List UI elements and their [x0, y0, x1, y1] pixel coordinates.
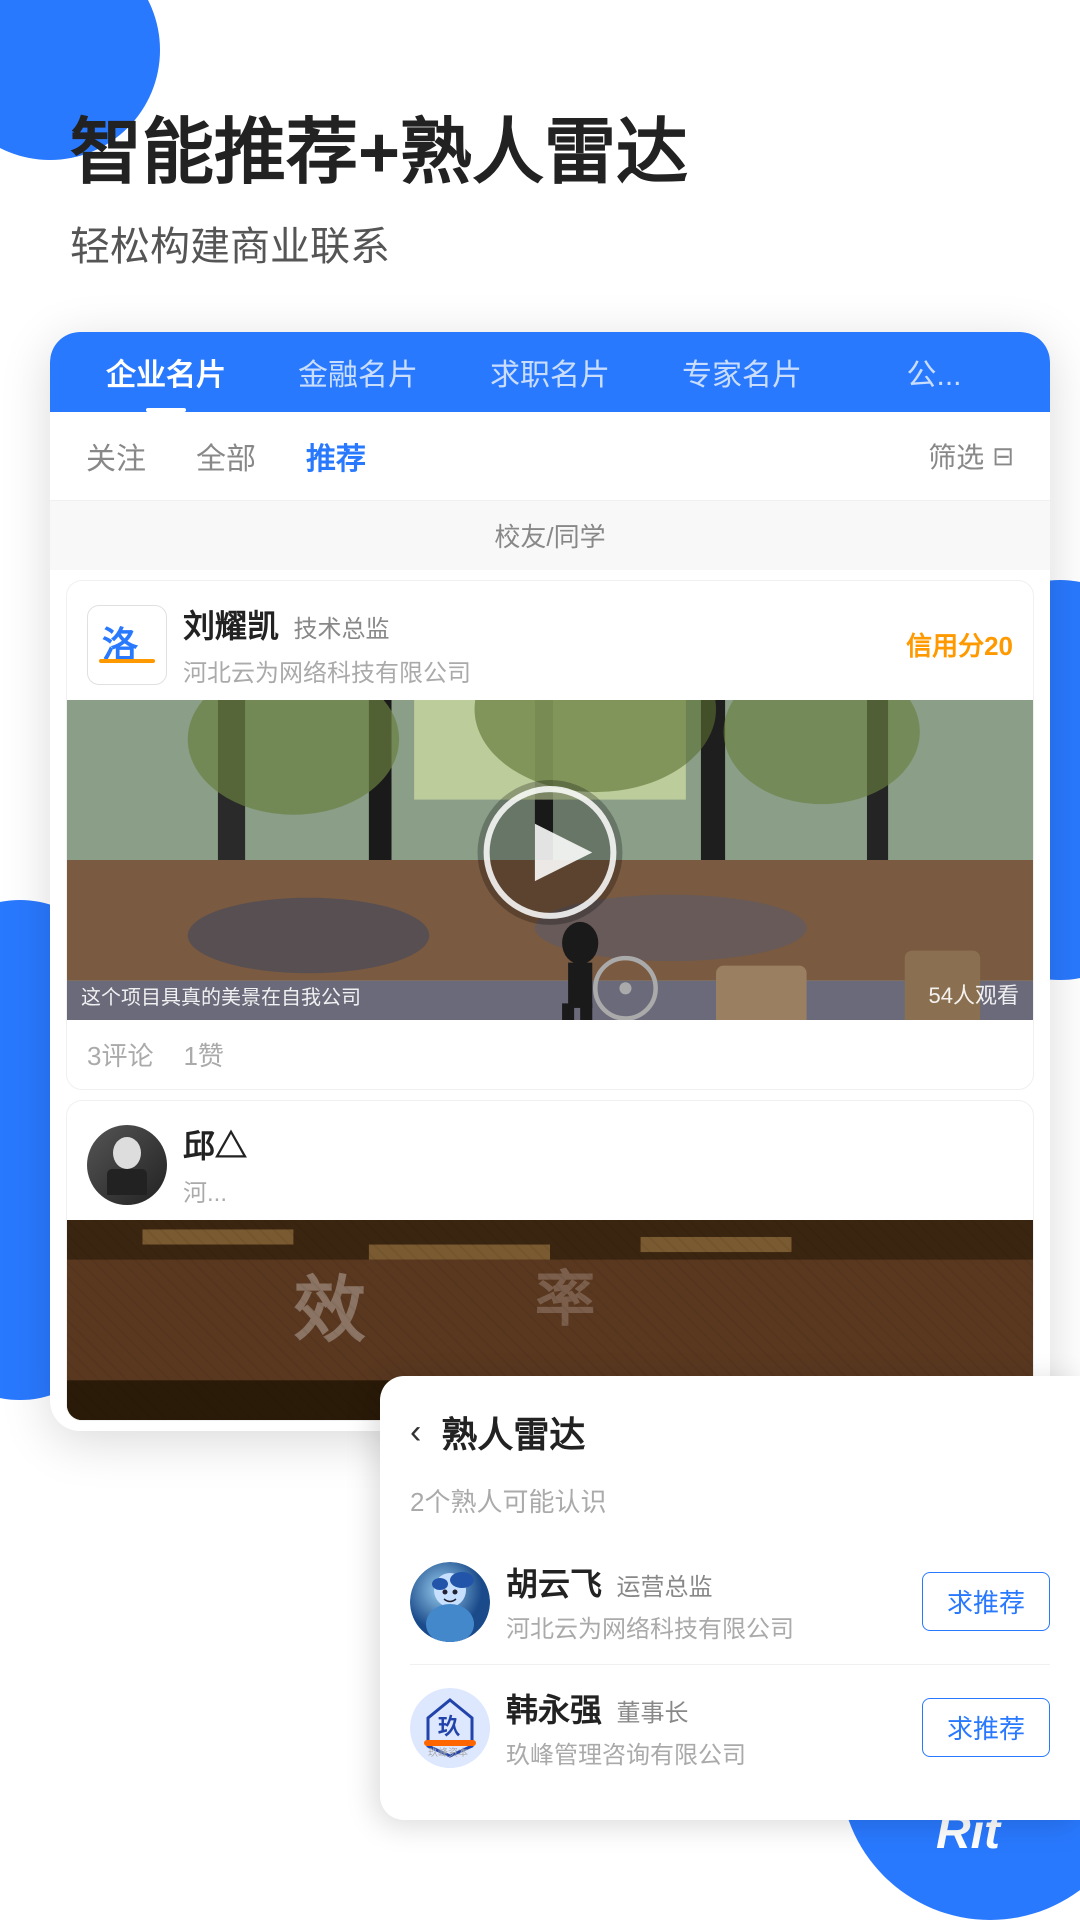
post-title-tag-1: 技术总监	[293, 616, 389, 643]
recommend-button-1[interactable]: 求推荐	[922, 1572, 1050, 1631]
post-header-2: 邱△ 河...	[67, 1101, 1033, 1220]
radar-panel: ‹ 熟人雷达 2个熟人可能认识	[380, 1376, 1080, 1820]
recommend-button-2[interactable]: 求推荐	[922, 1698, 1050, 1757]
radar-avatar-2: 玖 玖峰资本	[410, 1688, 490, 1768]
avatar-inner-2	[87, 1125, 167, 1205]
radar-name-row-1: 胡云飞 运营总监	[506, 1559, 922, 1605]
tab-more[interactable]: 公...	[838, 340, 1030, 404]
tab-job[interactable]: 求职名片	[454, 340, 646, 404]
radar-avatar-1	[410, 1562, 490, 1642]
video-caption-1: 这个项目具真的美景在自我公司	[81, 981, 361, 1010]
tabs-bar: 企业名片 金融名片 求职名片 专家名片 公...	[50, 332, 1050, 412]
radar-company-1: 河北云为网络科技有限公司	[506, 1609, 922, 1644]
avatar-circle-person-1	[410, 1562, 490, 1642]
radar-job-1: 运营总监	[616, 1574, 712, 1601]
radar-company-2: 玖峰管理咨询有限公司	[506, 1735, 922, 1770]
radar-name-2: 韩永强	[506, 1692, 602, 1728]
post-username-row-1: 刘耀凯 技术总监	[183, 601, 906, 647]
video-background-1: 这个项目具真的美景在自我公司 54人观看	[67, 700, 1033, 1020]
post-footer-1: 3评论 1赞	[67, 1020, 1033, 1089]
post-video-1[interactable]: 这个项目具真的美景在自我公司 54人观看	[67, 700, 1033, 1020]
credit-score-1: 信用分20	[906, 626, 1013, 663]
radar-title: 熟人雷达	[441, 1406, 585, 1458]
post-company-2: 河...	[183, 1173, 1013, 1208]
post-header-1: 洛 刘耀凯 技术总监 河北云为网络科技有限公司 信用分20	[67, 581, 1033, 700]
post-card-1: 洛 刘耀凯 技术总监 河北云为网络科技有限公司 信用分20	[66, 580, 1034, 1090]
post-company-1: 河北云为网络科技有限公司	[183, 653, 906, 688]
sub-nav-follow[interactable]: 关注	[86, 434, 146, 478]
radar-name-1: 胡云飞	[506, 1566, 602, 1602]
radar-job-2: 董事长	[616, 1700, 688, 1727]
radar-subtitle: 2个熟人可能认识	[410, 1482, 1050, 1519]
radar-person-info-1: 胡云飞 运营总监 河北云为网络科技有限公司	[490, 1559, 922, 1644]
main-app-card: 企业名片 金融名片 求职名片 专家名片 公... 关注 全部 推荐 筛选 ⊟ 校…	[50, 332, 1050, 1431]
sub-nav-all[interactable]: 全部	[196, 434, 256, 478]
avatar-circle-person-2: 玖 玖峰资本	[410, 1688, 490, 1768]
filter-label: 筛选	[928, 436, 984, 476]
header-section: 智能推荐+熟人雷达 轻松构建商业联系	[0, 0, 1080, 312]
header-subtitle: 轻松构建商业联系	[70, 214, 1020, 272]
post-avatar-1: 洛	[87, 605, 167, 685]
post-card-2: 邱△ 河... 效 率	[66, 1100, 1034, 1421]
post-avatar-2	[87, 1125, 167, 1205]
post-username-2: 邱△	[183, 1128, 247, 1164]
video-views-1: 54人观看	[929, 978, 1019, 1010]
svg-text:洛: 洛	[102, 624, 139, 665]
post-comments-1: 3评论	[87, 1036, 153, 1073]
filter-icon: ⊟	[992, 441, 1014, 472]
sub-nav: 关注 全部 推荐 筛选 ⊟	[50, 412, 1050, 501]
tab-finance[interactable]: 金融名片	[262, 340, 454, 404]
svg-text:玖峰资本: 玖峰资本	[428, 1746, 468, 1759]
section-label: 校友/同学	[50, 501, 1050, 570]
svg-text:玖: 玖	[438, 1714, 461, 1739]
radar-header: ‹ 熟人雷达	[410, 1406, 1050, 1458]
sub-nav-recommend[interactable]: 推荐	[306, 434, 366, 478]
radar-person-info-2: 韩永强 董事长 玖峰管理咨询有限公司	[490, 1685, 922, 1770]
filter-button[interactable]: 筛选 ⊟	[928, 436, 1014, 476]
radar-name-row-2: 韩永强 董事长	[506, 1685, 922, 1731]
tab-expert[interactable]: 专家名片	[646, 340, 838, 404]
tab-enterprise[interactable]: 企业名片	[70, 340, 262, 404]
header-title: 智能推荐+熟人雷达	[70, 110, 1020, 196]
post-username-1: 刘耀凯	[183, 608, 279, 644]
post-likes-1: 1赞	[183, 1036, 223, 1073]
radar-back-button[interactable]: ‹	[410, 1413, 421, 1452]
radar-person-2: 玖 玖峰资本 韩永强 董事长 玖峰管理咨询有限公司 求推荐	[410, 1665, 1050, 1790]
post-user-info-2: 邱△ 河...	[167, 1121, 1013, 1208]
post-user-info-1: 刘耀凯 技术总监 河北云为网络科技有限公司	[167, 601, 906, 688]
radar-person-1: 胡云飞 运营总监 河北云为网络科技有限公司 求推荐	[410, 1539, 1050, 1665]
